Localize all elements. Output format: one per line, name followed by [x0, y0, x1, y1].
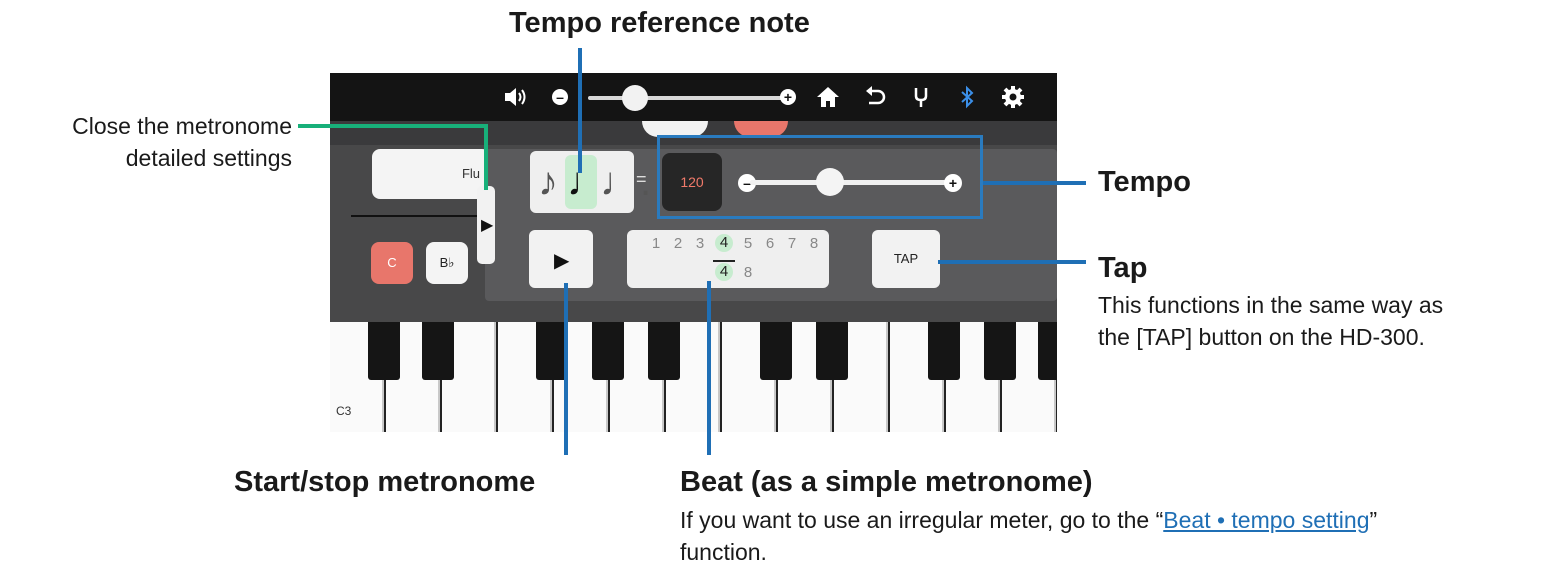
beat-numerator-selected[interactable]: 4 — [715, 234, 733, 252]
leader-line-close-vertical — [484, 124, 488, 190]
beat-denominator-option[interactable]: 8 — [741, 264, 755, 281]
speaker-icon[interactable] — [502, 85, 528, 109]
black-key[interactable] — [592, 322, 624, 380]
leader-line-close-horizontal — [298, 124, 488, 128]
beat-description-suffix: ” — [1369, 507, 1378, 533]
start-stop-button[interactable]: ▶ — [529, 230, 593, 288]
black-key[interactable] — [760, 322, 792, 380]
beat-numerator-option[interactable]: 1 — [649, 235, 663, 252]
beat-description: If you want to use an irregular meter, g… — [680, 504, 1566, 568]
beat-tempo-setting-link[interactable]: Beat • tempo setting — [1163, 507, 1369, 533]
beat-description-prefix: If you want to use an irregular meter, g… — [680, 507, 1164, 533]
play-icon: ▶ — [554, 250, 570, 272]
volume-plus-icon[interactable]: + — [780, 89, 796, 105]
beat-description-line1: If you want to use an irregular meter, g… — [680, 504, 1566, 536]
fraction-bar — [713, 260, 735, 262]
beat-description-line2: function. — [680, 539, 767, 565]
start-stop-title: Start/stop metronome — [234, 466, 536, 498]
black-key[interactable] — [984, 322, 1016, 380]
equals-sign: = — [636, 169, 647, 189]
tap-description-line2: the [TAP] button on the HD-300. — [1098, 324, 1425, 350]
beat-title: Beat (as a simple metronome) — [680, 466, 1093, 498]
black-key[interactable] — [1038, 322, 1057, 380]
gear-icon[interactable] — [1000, 85, 1026, 109]
beat-denominator-selected[interactable]: 4 — [715, 263, 733, 281]
chevron-right-icon: ▶ — [481, 217, 494, 234]
black-key[interactable] — [928, 322, 960, 380]
black-key[interactable] — [648, 322, 680, 380]
close-metronome-settings-button[interactable]: ▶ — [477, 186, 495, 264]
black-key[interactable] — [816, 322, 848, 380]
top-toolbar: – + — [330, 73, 1057, 121]
tempo-reference-note-selector: ♪ ♩ ♩. — [530, 151, 651, 213]
beat-numerator-option[interactable]: 2 — [671, 235, 685, 252]
tempo-reference-note-title: Tempo reference note — [509, 7, 810, 39]
tap-description: This functions in the same way as the [T… — [1098, 289, 1558, 353]
divider — [351, 215, 491, 217]
beat-numerator-option[interactable]: 7 — [785, 235, 799, 252]
black-key[interactable] — [422, 322, 454, 380]
piano-keyboard: C3 — [330, 322, 1057, 432]
undo-icon[interactable] — [862, 85, 888, 109]
tap-description-line1: This functions in the same way as — [1098, 292, 1444, 318]
instrument-button[interactable]: Flu — [372, 149, 490, 199]
home-icon[interactable] — [815, 85, 841, 109]
close-settings-line2: detailed settings — [125, 145, 292, 171]
beat-numerator-option[interactable]: 5 — [741, 235, 755, 252]
black-key[interactable] — [368, 322, 400, 380]
leader-line-tempo — [983, 181, 1086, 185]
beat-numerator-option[interactable]: 8 — [807, 235, 821, 252]
volume-minus-icon[interactable]: – — [552, 89, 568, 105]
tap-title: Tap — [1098, 252, 1148, 284]
tuner-fork-icon[interactable] — [908, 85, 934, 109]
close-settings-label: Close the metronome detailed settings — [8, 110, 292, 174]
leader-line-start-stop — [564, 283, 568, 455]
beat-selector: 1 2 3 4 5 6 7 8 4 8 — [627, 230, 829, 288]
eighth-note-option[interactable]: ♪ — [534, 157, 562, 207]
bluetooth-icon[interactable] — [954, 85, 980, 109]
tap-button[interactable]: TAP — [872, 230, 940, 288]
octave-label: C3 — [336, 404, 352, 418]
dotted-quarter-note-option[interactable]: ♩. — [600, 157, 651, 207]
volume-slider-handle[interactable] — [622, 85, 648, 111]
beat-numerator-option[interactable]: 6 — [763, 235, 777, 252]
leader-line-beat — [707, 281, 711, 455]
tempo-title: Tempo — [1098, 166, 1191, 198]
tempo-highlight-frame — [657, 135, 983, 219]
volume-slider-track[interactable] — [588, 96, 788, 100]
key-c-button[interactable]: C — [371, 242, 413, 284]
close-settings-line1: Close the metronome — [72, 113, 292, 139]
key-bb-button[interactable]: B♭ — [426, 242, 468, 284]
beat-numerator-option[interactable]: 3 — [693, 235, 707, 252]
leader-line-tap — [938, 260, 1086, 264]
leader-line-tempo-reference — [578, 48, 582, 173]
